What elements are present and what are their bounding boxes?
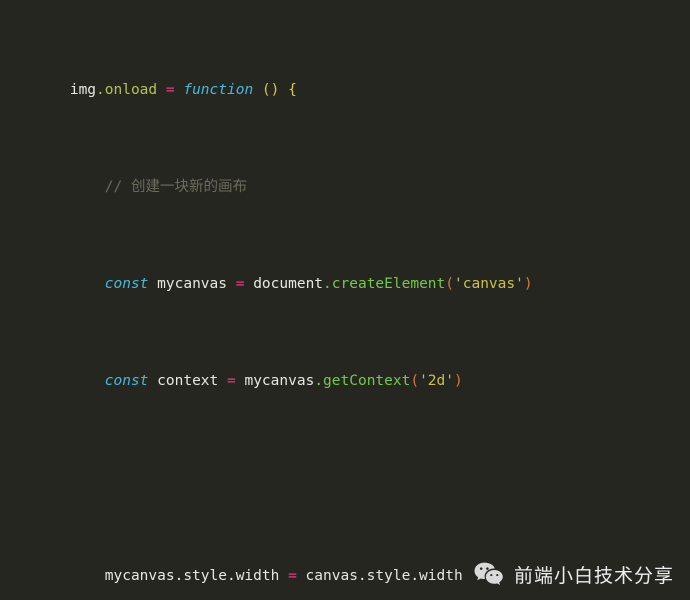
code-line-4: const context = mycanvas.getContext('2d'… (104, 373, 463, 390)
code-line-3: const mycanvas = document.createElement(… (104, 276, 533, 293)
code-screenshot: img.onload = function () { // 创建一块新的画布 c… (0, 0, 690, 600)
code-line-1: img.onload = function () { (0, 81, 297, 98)
code-line-5-blank (0, 467, 690, 491)
code-line-2-comment: // 创建一块新的画布 (0, 179, 247, 196)
code-line-6: mycanvas.style.width = canvas.style.widt… (0, 567, 463, 584)
code-editor-content: img.onload = function () { // 创建一块新的画布 c… (0, 0, 690, 600)
